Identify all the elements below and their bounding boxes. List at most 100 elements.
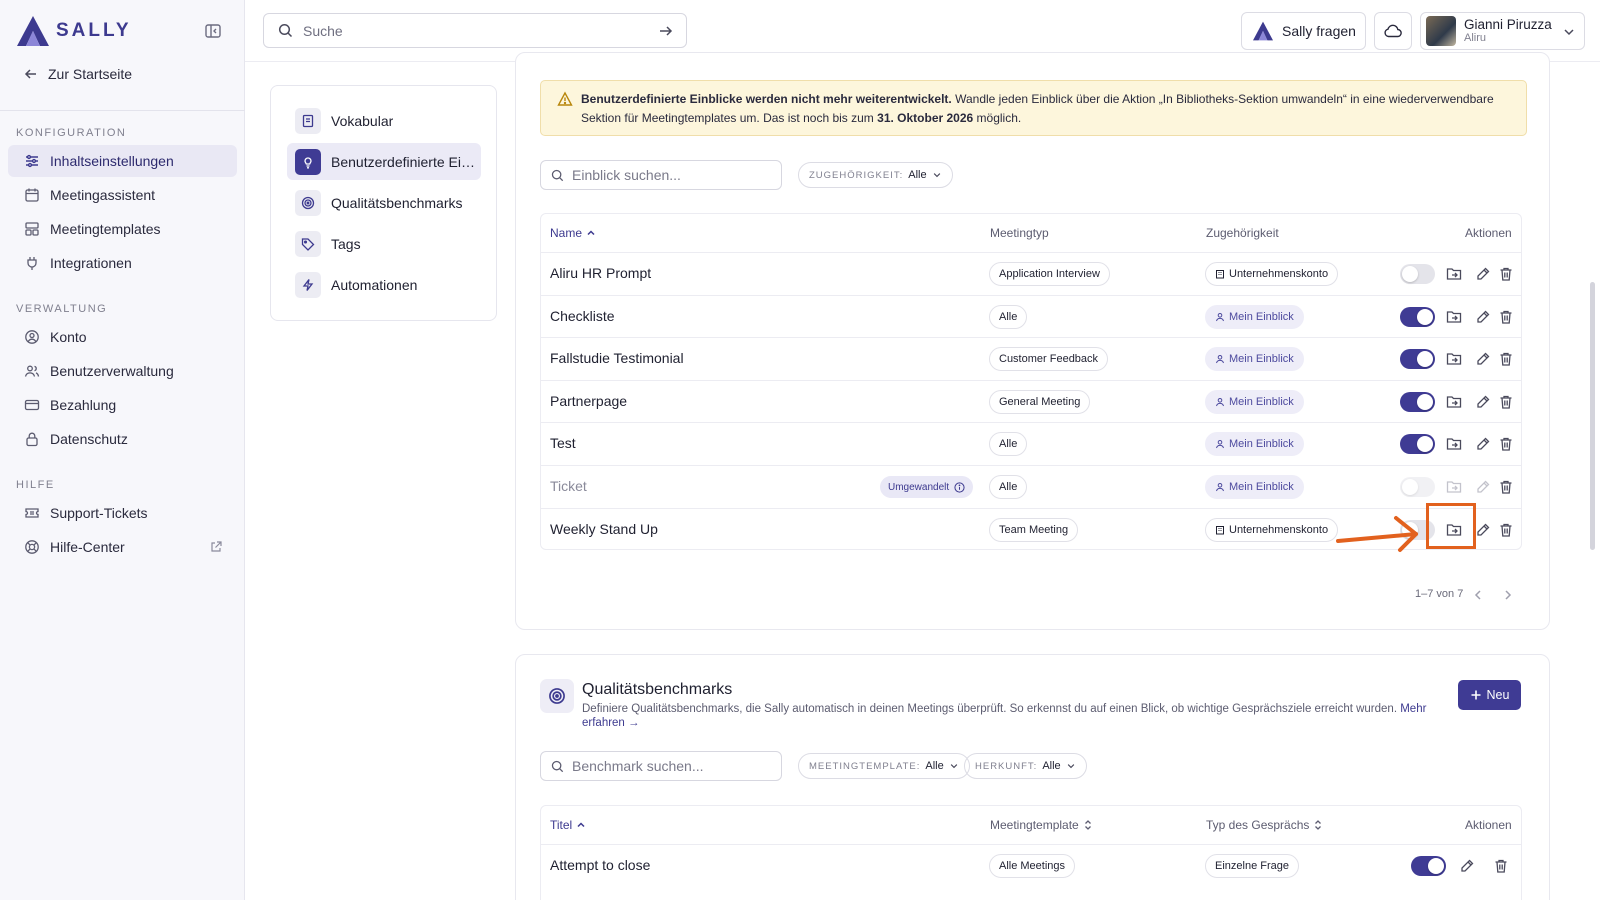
insight-toggle[interactable] xyxy=(1400,477,1435,497)
table-row[interactable]: Partnerpage General Meeting Mein Einblick xyxy=(541,379,1521,422)
subnav-label: Vokabular xyxy=(331,112,394,129)
credit-card-icon xyxy=(24,399,40,411)
insight-toggle[interactable] xyxy=(1400,306,1435,327)
subnav-item-tags[interactable]: Tags xyxy=(287,225,481,262)
table-row[interactable]: Attempt to close Alle Meetings Einzelne … xyxy=(541,844,1521,886)
new-benchmark-button[interactable]: Neu xyxy=(1458,680,1521,710)
sidebar-item-label: Datenschutz xyxy=(50,431,128,447)
global-search-input[interactable]: Suche xyxy=(263,13,687,48)
subnav-item-benutzerdefinierte-einblicke[interactable]: Benutzerdefinierte Einblicke xyxy=(287,143,481,180)
subnav-item-vokabular[interactable]: Vokabular xyxy=(287,102,481,139)
table-row[interactable]: Ticket Umgewandelt Alle Mein Einblick xyxy=(541,465,1521,507)
pencil-icon[interactable] xyxy=(1475,436,1491,452)
trash-icon[interactable] xyxy=(1493,858,1509,874)
sidebar-item-bezahlung[interactable]: Bezahlung xyxy=(8,389,237,421)
benchmark-toggle[interactable] xyxy=(1411,856,1446,876)
ownership-filter[interactable]: ZUGEHÖRIGKEIT: Alle xyxy=(798,162,953,188)
back-to-home-link[interactable]: Zur Startseite xyxy=(24,66,132,82)
column-header-gespraechstyp[interactable]: Typ des Gesprächs xyxy=(1206,818,1323,832)
collapse-sidebar-icon[interactable] xyxy=(204,22,222,40)
sidebar-item-meetingtemplates[interactable]: Meetingtemplates xyxy=(8,213,237,245)
column-header-meetingtemplate[interactable]: Meetingtemplate xyxy=(990,818,1093,832)
filter-label: HERKUNFT: xyxy=(975,760,1038,772)
insight-name: Weekly Stand Up xyxy=(550,520,658,537)
chevron-left-icon[interactable] xyxy=(1471,588,1485,602)
sync-status-button[interactable] xyxy=(1374,12,1412,50)
insight-search-input[interactable]: Einblick suchen... xyxy=(540,160,782,190)
pencil-icon[interactable] xyxy=(1475,309,1491,325)
pencil-icon[interactable] xyxy=(1475,394,1491,410)
sidebar: SALLY Zur Startseite KONFIGURATION Inhal… xyxy=(0,0,245,900)
trash-icon[interactable] xyxy=(1498,436,1514,452)
sidebar-item-integrationen[interactable]: Integrationen xyxy=(8,247,237,279)
trash-icon[interactable] xyxy=(1498,351,1514,367)
trash-icon[interactable] xyxy=(1498,309,1514,325)
ask-sally-button[interactable]: Sally fragen xyxy=(1241,12,1366,50)
column-header-name[interactable]: Name xyxy=(550,226,596,240)
trash-icon[interactable] xyxy=(1498,394,1514,410)
origin-filter[interactable]: HERKUNFT: Alle xyxy=(964,753,1087,779)
convert-to-library-icon[interactable] xyxy=(1446,309,1462,325)
table-row[interactable]: Fallstudie Testimonial Customer Feedback M… xyxy=(541,337,1521,379)
trash-icon[interactable] xyxy=(1498,266,1514,282)
table-row[interactable]: Test Alle Mein Einblick xyxy=(541,422,1521,464)
user-icon xyxy=(1216,397,1224,406)
trash-icon[interactable] xyxy=(1498,479,1514,495)
sliders-icon xyxy=(26,154,38,168)
subnav-item-automationen[interactable]: Automationen xyxy=(287,266,481,303)
search-icon xyxy=(278,23,293,38)
benchmark-search-input[interactable]: Benchmark suchen... xyxy=(540,751,782,781)
arrow-right-icon[interactable] xyxy=(658,23,674,39)
column-header-meetingtyp[interactable]: Meetingtyp xyxy=(990,226,1049,240)
column-header-zugehoerigkeit[interactable]: Zugehörigkeit xyxy=(1206,226,1279,240)
insight-toggle[interactable] xyxy=(1400,434,1435,455)
convert-to-library-icon[interactable] xyxy=(1446,436,1462,452)
sidebar-item-inhaltseinstellungen[interactable]: Inhaltseinstellungen xyxy=(8,145,237,177)
warning-icon xyxy=(557,91,573,106)
chevron-down-icon xyxy=(950,764,957,769)
sidebar-item-meetingassistent[interactable]: Meetingassistent xyxy=(8,179,237,211)
insight-toggle[interactable] xyxy=(1400,264,1435,284)
sidebar-item-support-tickets[interactable]: Support-Tickets xyxy=(8,497,237,529)
sidebar-item-datenschutz[interactable]: Datenschutz xyxy=(8,423,237,455)
info-icon xyxy=(954,481,965,493)
template-filter[interactable]: MEETINGTEMPLATE: Alle xyxy=(798,753,970,779)
ownership-label: Unternehmenskonto xyxy=(1229,523,1329,536)
ownership-label: Mein Einblick xyxy=(1229,395,1294,408)
sidebar-item-konto[interactable]: Konto xyxy=(8,321,237,353)
subnav-item-qualitaetsbenchmarks[interactable]: Qualitätsbenchmarks xyxy=(287,184,481,221)
column-header-aktionen: Aktionen xyxy=(1465,818,1512,832)
user-icon xyxy=(1216,483,1224,492)
chevron-right-icon[interactable] xyxy=(1501,588,1515,602)
column-header-aktionen: Aktionen xyxy=(1465,226,1512,240)
column-header-titel[interactable]: Titel xyxy=(550,818,586,832)
sidebar-item-hilfe-center[interactable]: Hilfe-Center xyxy=(8,531,237,563)
pencil-icon[interactable] xyxy=(1475,266,1491,282)
convert-to-library-icon[interactable] xyxy=(1446,351,1462,367)
cloud-icon xyxy=(1384,24,1402,38)
convert-to-library-icon[interactable] xyxy=(1446,479,1462,495)
sidebar-item-label: Benutzerverwaltung xyxy=(50,363,174,379)
insight-toggle[interactable] xyxy=(1400,391,1435,412)
sort-icon xyxy=(1084,820,1091,830)
pencil-icon[interactable] xyxy=(1459,858,1475,874)
table-row[interactable]: Checkliste Alle Mein Einblick xyxy=(541,294,1521,337)
trash-icon[interactable] xyxy=(1498,522,1514,538)
user-menu[interactable]: Gianni Piruzza Aliru xyxy=(1420,12,1585,50)
logo[interactable]: SALLY xyxy=(16,14,230,48)
insight-toggle[interactable] xyxy=(1400,349,1435,370)
brand-name: SALLY xyxy=(56,20,132,41)
back-label: Zur Startseite xyxy=(48,66,133,82)
sidebar-item-benutzerverwaltung[interactable]: Benutzerverwaltung xyxy=(8,355,237,387)
pencil-icon[interactable] xyxy=(1475,351,1491,367)
pencil-icon[interactable] xyxy=(1475,522,1491,538)
convert-to-library-icon[interactable] xyxy=(1446,394,1462,410)
sidebar-item-label: Bezahlung xyxy=(50,397,117,413)
ownership-pill: Unternehmenskonto xyxy=(1205,517,1339,542)
table-row[interactable]: Aliru HR Prompt Application Interview Unte… xyxy=(541,252,1521,294)
convert-to-library-icon[interactable] xyxy=(1446,266,1462,282)
filter-value: Alle xyxy=(1042,760,1061,772)
lock-icon xyxy=(26,432,38,447)
scrollbar[interactable] xyxy=(1590,282,1595,550)
pencil-icon[interactable] xyxy=(1475,479,1491,495)
